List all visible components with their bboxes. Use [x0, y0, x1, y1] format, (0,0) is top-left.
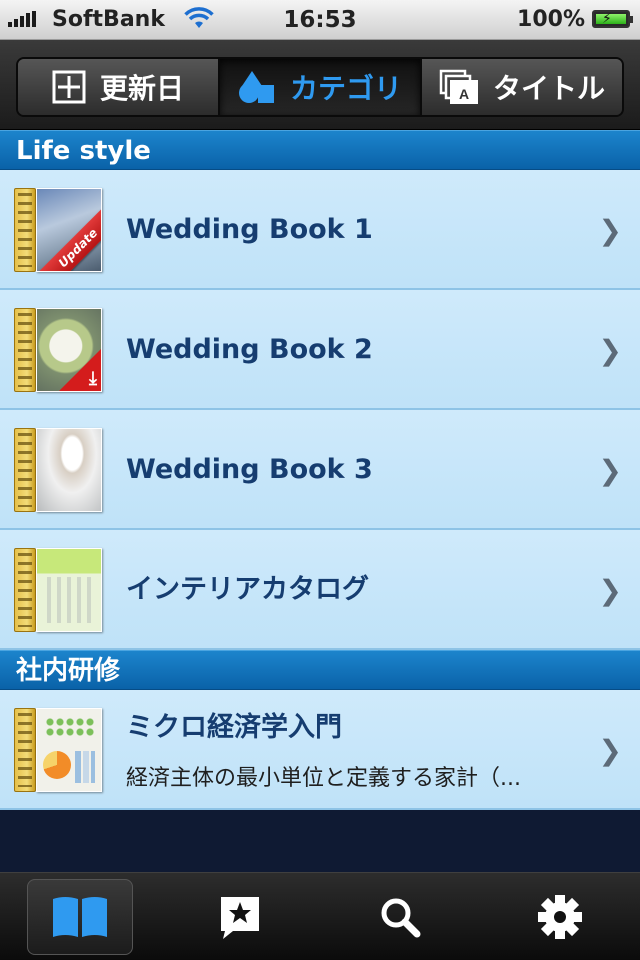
section-header-training: 社内研修 [0, 650, 640, 690]
chevron-right-icon: ❯ [598, 454, 622, 487]
book-thumbnail [14, 548, 102, 632]
list-item[interactable]: ⤓ Wedding Book 2 ❯ [0, 290, 640, 410]
svg-text:A: A [459, 86, 469, 102]
tab-bookmarks[interactable] [160, 873, 320, 960]
battery-charging-icon: ⚡ [592, 10, 633, 28]
book-title: Wedding Book 1 [126, 214, 373, 245]
tab-updated-date-label: 更新日 [99, 72, 184, 105]
book-title: Wedding Book 3 [126, 454, 373, 485]
book-title: Wedding Book 2 [126, 334, 373, 365]
battery-percent: 100% [517, 7, 585, 32]
sort-toolbar: 更新日 カテゴリ A タイトル [0, 40, 640, 130]
search-icon [381, 898, 421, 937]
book-thumbnail [14, 708, 102, 792]
book-title: インテリアカタログ [126, 574, 369, 605]
book-description: 経済主体の最小単位と定義する家計（... [126, 766, 521, 791]
download-icon: ⤓ [89, 368, 97, 389]
list-item[interactable]: ミクロ経済学入門 経済主体の最小単位と定義する家計（... ❯ [0, 690, 640, 810]
shapes-icon [238, 71, 274, 103]
tab-category-label: カテゴリ [289, 72, 402, 105]
book-icon [53, 896, 107, 937]
stacked-pages-icon: A [439, 69, 478, 104]
gear-icon [538, 894, 582, 939]
chevron-right-icon: ❯ [598, 574, 622, 607]
status-bar: SoftBank 16:53 100% ⚡ [0, 0, 640, 40]
tab-settings[interactable] [480, 873, 640, 960]
list-item[interactable]: Wedding Book 3 ❯ [0, 410, 640, 530]
chevron-right-icon: ❯ [598, 334, 622, 367]
chevron-right-icon: ❯ [598, 734, 622, 767]
book-thumbnail [14, 428, 102, 512]
chevron-right-icon: ❯ [598, 214, 622, 247]
list-item[interactable]: Update Wedding Book 1 ❯ [0, 170, 640, 290]
tab-title[interactable]: A タイトル [422, 59, 622, 115]
book-thumbnail: Update [14, 188, 102, 272]
bookmark-star-icon [221, 896, 259, 939]
list-item[interactable]: インテリアカタログ ❯ [0, 530, 640, 650]
update-badge: Update [38, 208, 101, 271]
tab-updated-date[interactable]: 更新日 [18, 59, 220, 115]
calendar-icon [52, 70, 86, 104]
tab-library[interactable] [0, 873, 160, 960]
section-header-life-style: Life style [0, 130, 640, 170]
book-thumbnail: ⤓ [14, 308, 102, 392]
tab-search[interactable] [320, 873, 480, 960]
book-list: Life style Update Wedding Book 1 ❯ ⤓ Wed… [0, 130, 640, 810]
sort-segmented-control: 更新日 カテゴリ A タイトル [16, 57, 624, 117]
tab-category[interactable]: カテゴリ [220, 59, 422, 115]
tab-title-label: タイトル [492, 72, 605, 105]
tab-bar [0, 872, 640, 960]
book-title: ミクロ経済学入門 [126, 712, 342, 743]
